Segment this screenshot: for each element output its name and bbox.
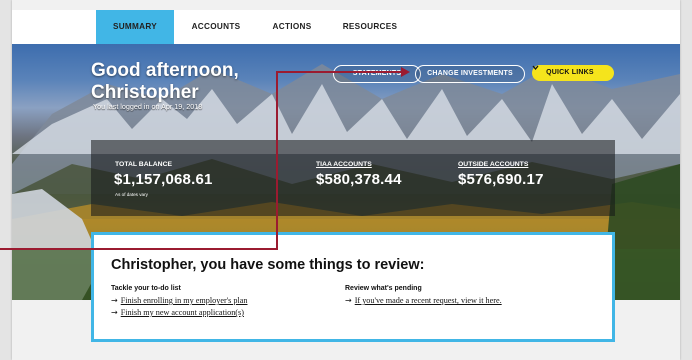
annotation-connector (0, 67, 410, 250)
page: SUMMARY ACCOUNTS ACTIONS RESOURCES Good … (0, 0, 692, 360)
